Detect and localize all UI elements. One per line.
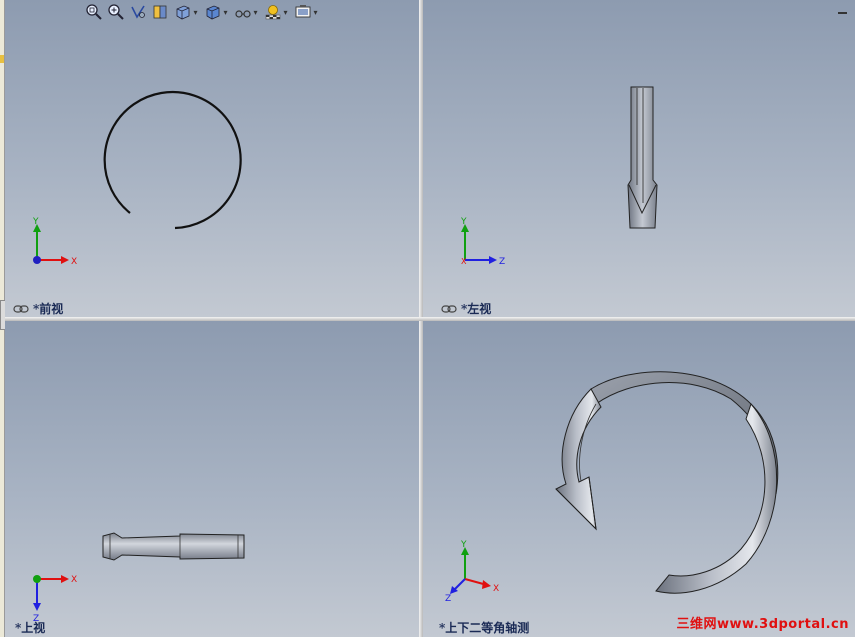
horizontal-splitter[interactable] [5,317,855,321]
axis-triad-left: Y Z X [460,217,505,267]
watermark: 三维网www.3dportal.cn [676,617,849,632]
axis-triad-isometric: Y X Z [445,540,499,604]
front-viewport[interactable]: ▾ ▾ ▾ ▾ ▾ Y X *前视 [5,0,419,317]
axis-triad-front: Y X [32,217,77,267]
arrow-band-top [102,532,245,561]
zoom-fit-icon[interactable] [85,3,103,21]
appearance-icon[interactable]: ▾ [263,3,289,21]
hide-show-icon[interactable]: ▾ [233,3,259,21]
x-axis-label: X [71,575,77,585]
side-marker [0,55,4,63]
z-axis-label: Z [499,257,505,267]
left-viewport[interactable]: Y Z X *左视 [423,0,855,317]
x-axis-label: X [71,257,77,267]
viewport-grid: ▾ ▾ ▾ ▾ ▾ Y X *前视 Y Z X *左视 Z X *上视 Y X … [5,0,855,637]
axis-triad-top: Z X [33,575,77,624]
y-axis-label: Y [460,540,467,550]
rotate-view-icon[interactable] [129,3,147,21]
view-orientation-icon[interactable]: ▾ [173,3,199,21]
link-icon [441,304,457,313]
x-axis-label: X [493,584,499,594]
scene-icon[interactable]: ▾ [293,3,319,21]
arrow-band-isometric [555,371,779,594]
isometric-view-name: *上下二等角轴测 [439,621,530,635]
left-view-name: *左视 [461,302,492,316]
top-view-name: *上视 [15,621,46,635]
left-view-label: *左视 [441,300,491,317]
isometric-view-label: *上下二等角轴测 [439,619,529,636]
y-axis-label: Y [460,217,467,227]
section-view-icon[interactable] [151,3,169,21]
z-axis-label: Z [445,594,451,604]
front-view-name: *前视 [33,302,64,316]
minimize-viewport-button[interactable] [838,12,847,14]
display-style-icon[interactable]: ▾ [203,3,229,21]
front-view-label: *前视 [13,300,63,317]
link-icon [13,304,29,313]
isometric-viewport[interactable]: Y X Z *上下二等角轴测 三维网www.3dportal.cn [423,321,855,637]
arrow-band-left [627,86,658,229]
y-axis-label: Y [32,217,39,227]
top-view-label: *上视 [15,619,45,636]
top-viewport[interactable]: Z X *上视 [5,321,419,637]
heads-up-toolbar: ▾ ▾ ▾ ▾ ▾ [85,3,319,21]
zoom-area-icon[interactable] [107,3,125,21]
arc-profile-front [103,90,242,230]
x-axis-label: X [461,257,467,266]
